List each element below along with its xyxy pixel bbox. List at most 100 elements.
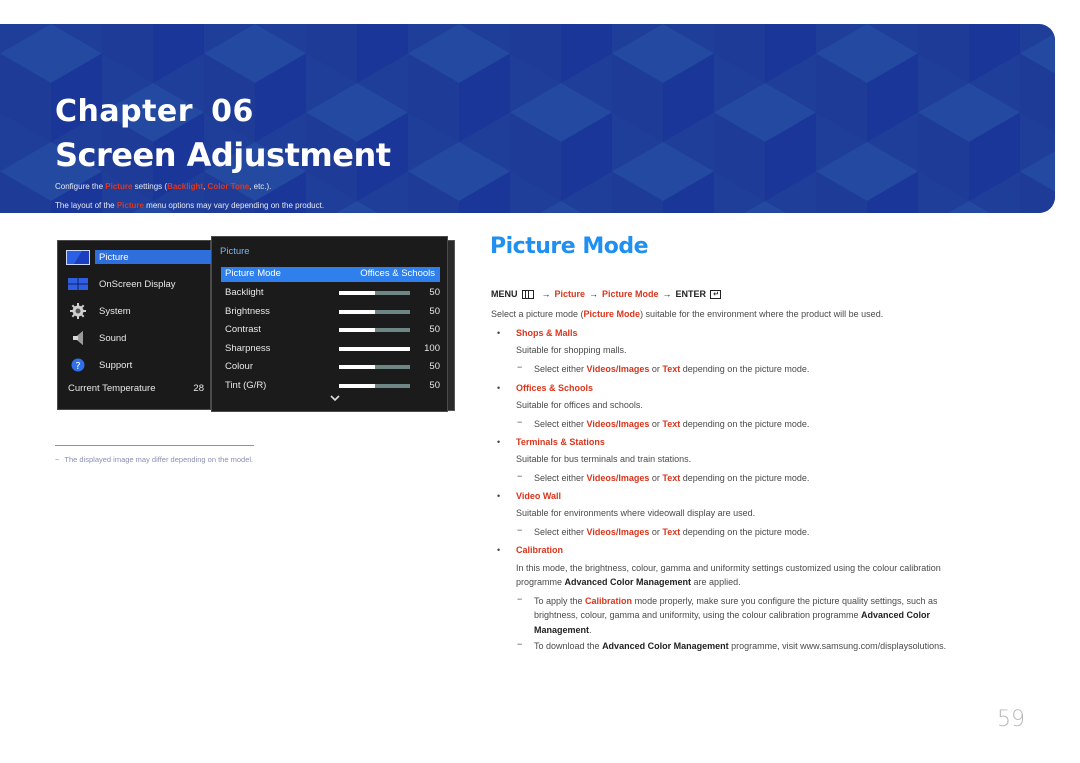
gear-icon — [66, 303, 90, 319]
mode-description: Suitable for environments where videowal… — [516, 508, 756, 518]
menu-path: MENU → Picture → Picture Mode → ENTER ↵ — [491, 289, 722, 299]
text: depending on the picture mode. — [680, 364, 810, 374]
text: The layout of the — [55, 201, 117, 210]
text: Select either — [534, 364, 587, 374]
mode-description: Suitable for bus terminals and train sta… — [516, 454, 692, 464]
setting-slider[interactable] — [339, 291, 410, 295]
text: or — [649, 473, 663, 483]
highlight-backlight: Backlight — [167, 182, 204, 191]
osd-menu-item-support[interactable]: ? Support — [58, 355, 212, 375]
mode-title: Offices & Schools — [516, 383, 594, 393]
cube-face — [510, 24, 561, 83]
setting-label: Tint (G/R) — [225, 379, 267, 391]
highlight-picture-mode: Picture Mode — [583, 309, 641, 319]
dash-mark: − — [517, 525, 523, 535]
setting-row[interactable]: Backlight 50 — [221, 286, 440, 301]
bullet: • — [497, 383, 501, 393]
osd-main-menu: Picture OnScreen Display System Sound ? … — [57, 240, 212, 410]
chapter-number: 06 — [211, 94, 254, 129]
section-title: Picture Mode — [490, 234, 649, 259]
cube-face — [102, 24, 153, 83]
setting-row[interactable]: Sharpness 100 — [221, 342, 440, 357]
setting-value: 50 — [429, 361, 440, 372]
svg-text:?: ? — [75, 361, 80, 372]
text: Select either — [534, 527, 587, 537]
setting-row[interactable]: Contrast 50 — [221, 323, 440, 338]
chapter-banner: Chapter 06 Screen Adjustment Configure th… — [0, 24, 1055, 213]
highlight-picture: Picture — [105, 182, 133, 191]
mode-title-calibration: Calibration — [516, 545, 564, 555]
mode-note: Select either Videos/Images or Text depe… — [534, 472, 809, 484]
setting-label: Backlight — [225, 287, 264, 298]
page-number: 59 — [997, 707, 1025, 732]
highlight-calibration: Calibration — [585, 596, 633, 606]
osd-menu-item-onscreen-display[interactable]: OnScreen Display — [58, 274, 212, 294]
mode-description: Suitable for shopping malls. — [516, 345, 627, 355]
current-temperature-value: 28 — [193, 383, 204, 394]
setting-slider[interactable] — [339, 346, 410, 351]
setting-slider[interactable] — [339, 309, 410, 314]
mode-note: Select either Videos/Images or Text depe… — [534, 363, 809, 375]
chapter-label: Chapter — [55, 94, 194, 129]
highlight-text: Text — [662, 473, 681, 483]
calibration-note-1-line-3: Management. — [534, 624, 592, 636]
calibration-note-1-line-2: brightness, colour, gamma and uniformity… — [534, 609, 930, 621]
osd-menu-item-system[interactable]: System — [58, 301, 212, 321]
dash-mark: − — [517, 417, 523, 427]
enter-icon: ↵ — [710, 289, 722, 299]
text: programme, visit www.samsung.com/display… — [728, 641, 947, 651]
picture-icon — [66, 249, 90, 265]
mode-description: Suitable for offices and schools. — [516, 400, 643, 410]
cube-face — [714, 24, 765, 83]
menu-label: MENU — [491, 289, 518, 299]
enter-label: ENTER — [675, 289, 707, 299]
cube-face — [540, 201, 582, 213]
highlight-color-tone: Color Tone — [207, 182, 250, 191]
menu-item-label: Support — [99, 359, 133, 371]
mode-title: Terminals & Stations — [516, 437, 605, 447]
intro-text: Select a picture mode (Picture Mode) sui… — [491, 308, 883, 320]
osd-picture-submenu: Picture Picture Mode Offices & Schools B… — [211, 236, 448, 412]
highlight-acm: Management — [534, 625, 590, 635]
footnote-text: The displayed image may differ depending… — [64, 455, 254, 464]
text: or — [649, 364, 663, 374]
setting-row[interactable]: Tint (G/R) 50 — [221, 379, 440, 394]
text: depending on the picture mode. — [680, 419, 810, 429]
osd-menu-item-picture[interactable]: Picture — [58, 247, 212, 267]
highlight-text: Text — [662, 419, 681, 429]
mode-note: Select either Videos/Images or Text depe… — [534, 418, 809, 430]
highlight-picture: Picture — [116, 201, 144, 210]
text: programme — [516, 577, 565, 587]
dash-mark: − — [517, 594, 523, 604]
text: , etc.). — [249, 182, 272, 191]
setting-label: Contrast — [225, 324, 261, 335]
setting-slider[interactable] — [339, 365, 410, 369]
text: depending on the picture mode. — [680, 527, 810, 537]
highlight-videos-images: Videos/Images — [586, 364, 650, 374]
chevron-down-icon[interactable] — [330, 395, 340, 403]
highlight-videos-images: Videos/Images — [586, 419, 650, 429]
arrow: → — [541, 289, 551, 299]
setting-value: Offices & Schools — [360, 268, 435, 279]
osd-menu-item-sound[interactable]: Sound — [58, 328, 212, 348]
highlight-acm: Advanced Color Management — [564, 577, 692, 587]
setting-slider[interactable] — [339, 383, 410, 388]
cube-face — [948, 201, 990, 213]
setting-slider[interactable] — [339, 328, 410, 332]
setting-row-picture-mode[interactable]: Picture Mode Offices & Schools — [221, 267, 440, 282]
calibration-note-1-line-1: To apply the Calibration mode properly, … — [534, 595, 938, 607]
setting-value: 50 — [429, 324, 440, 335]
highlight-videos-images: Videos/Images — [586, 527, 650, 537]
text: Select a picture mode ( — [491, 309, 584, 319]
menu-item-label: System — [99, 305, 131, 317]
text: To apply the — [534, 596, 586, 606]
slider-fill — [339, 365, 375, 369]
slider-fill — [339, 291, 375, 295]
highlight-acm: Advanced Color Management — [602, 641, 729, 651]
setting-row[interactable]: Brightness 50 — [221, 305, 440, 320]
setting-value: 50 — [429, 287, 440, 298]
speaker-icon — [66, 330, 90, 346]
footnote: − The displayed image may differ dependin… — [55, 455, 253, 464]
setting-row[interactable]: Colour 50 — [221, 360, 440, 375]
text: To download the — [534, 641, 603, 651]
